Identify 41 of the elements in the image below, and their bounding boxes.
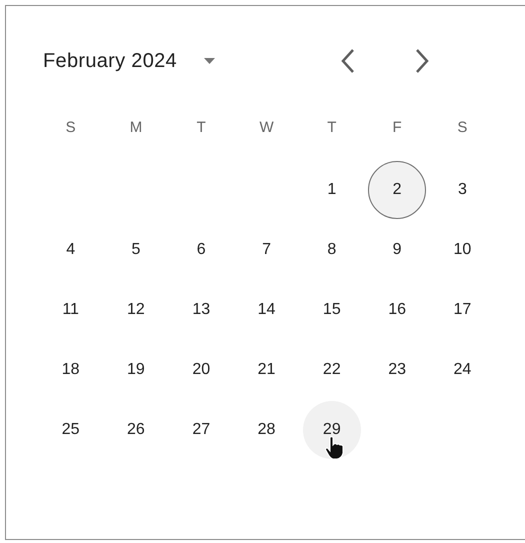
day-cell[interactable]: 27	[172, 401, 230, 459]
day-cell[interactable]: 7	[238, 221, 296, 279]
day-cell[interactable]: 28	[238, 401, 296, 459]
day-cell[interactable]: 3	[433, 161, 492, 219]
weekday-label: S	[66, 118, 76, 138]
day-cell[interactable]: 13	[172, 281, 230, 339]
day-cell[interactable]: 12	[106, 281, 165, 339]
day-cell[interactable]: 10	[433, 221, 492, 279]
weekday-label: W	[259, 118, 274, 138]
weekday-label: M	[130, 118, 142, 138]
day-cell[interactable]: 6	[172, 221, 230, 279]
weekday-label: F	[392, 118, 402, 138]
day-cell[interactable]: 22	[302, 341, 361, 399]
hand-cursor-icon	[325, 436, 346, 460]
day-cell[interactable]: 23	[368, 341, 426, 399]
day-cell[interactable]: 26	[106, 401, 165, 459]
day-cell[interactable]: 2	[368, 161, 426, 219]
day-cell[interactable]: 5	[106, 221, 165, 279]
weekday-label: S	[457, 118, 468, 138]
next-month-icon[interactable]	[414, 48, 429, 74]
day-cell[interactable]: 1	[302, 161, 361, 219]
weekday-label: T	[327, 118, 336, 138]
day-cell[interactable]: 18	[42, 341, 100, 399]
day-cell[interactable]: 4	[42, 221, 100, 279]
dropdown-caret-icon[interactable]	[204, 58, 215, 64]
previous-month-icon[interactable]	[340, 48, 355, 74]
day-cell[interactable]: 24	[433, 341, 492, 399]
day-cell[interactable]: 20	[172, 341, 230, 399]
month-label[interactable]: February 2024	[43, 46, 177, 76]
day-cell[interactable]: 17	[433, 281, 492, 339]
day-cell[interactable]: 15	[302, 281, 361, 339]
day-cell[interactable]: 8	[302, 221, 361, 279]
day-cell[interactable]: 21	[238, 341, 296, 399]
day-cell[interactable]: 9	[368, 221, 426, 279]
day-cell[interactable]: 14	[238, 281, 296, 339]
day-cell[interactable]: 11	[42, 281, 100, 339]
day-cell[interactable]: 19	[106, 341, 165, 399]
day-cell[interactable]: 25	[42, 401, 100, 459]
weekday-label: T	[196, 118, 206, 138]
day-cell[interactable]: 29	[302, 401, 361, 459]
day-cell[interactable]: 16	[368, 281, 426, 339]
